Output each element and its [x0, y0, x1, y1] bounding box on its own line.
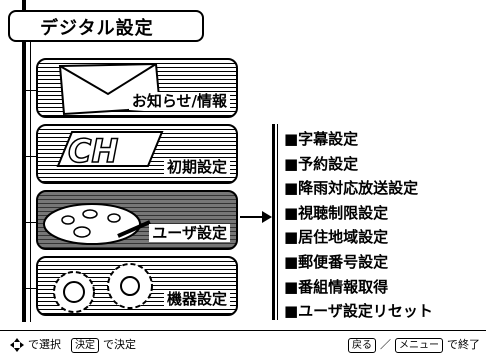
- menu-tile-user-settings[interactable]: ユーザ設定: [36, 190, 238, 250]
- enter-hint: で決定: [103, 338, 136, 351]
- page-title: デジタル設定: [40, 18, 154, 39]
- submenu-bracket: [272, 124, 275, 320]
- svg-text:CH: CH: [68, 132, 118, 170]
- submenu-item-program-info[interactable]: ■番組情報取得: [284, 275, 433, 300]
- tile-label: 初期設定: [163, 158, 230, 176]
- submenu-item-parental-control[interactable]: ■視聴制限設定: [284, 201, 433, 226]
- submenu-arrowhead: [262, 211, 272, 223]
- back-key: 戻る: [348, 337, 376, 353]
- submenu-item-rain-broadcast[interactable]: ■降雨対応放送設定: [284, 176, 433, 201]
- exit-hint: で終了: [447, 338, 480, 351]
- footer-divider: [0, 330, 486, 331]
- menu-tree-line: [22, 0, 26, 322]
- submenu-item-reservation[interactable]: ■予約設定: [284, 152, 433, 177]
- dpad-icon: [10, 338, 24, 352]
- menu-key: メニュー: [395, 337, 443, 353]
- submenu-item-user-reset[interactable]: ■ユーザ設定リセット: [284, 299, 433, 324]
- key-separator: ／: [380, 338, 391, 351]
- submenu-list: ■字幕設定 ■予約設定 ■降雨対応放送設定 ■視聴制限設定 ■居住地域設定 ■郵…: [284, 127, 433, 324]
- menu-tile-device-settings[interactable]: 機器設定: [36, 256, 238, 316]
- footer-help: で選択 決定 で決定 戻る ／ メニュー で終了: [10, 336, 480, 354]
- enter-key: 決定: [71, 337, 99, 353]
- menu-tree-line-thin: [30, 30, 31, 322]
- submenu-bracket-thin: [277, 124, 278, 320]
- submenu-item-region[interactable]: ■居住地域設定: [284, 225, 433, 250]
- tile-label: ユーザ設定: [149, 224, 230, 242]
- tile-label: お知らせ/情報: [128, 92, 230, 110]
- submenu-item-caption[interactable]: ■字幕設定: [284, 127, 433, 152]
- select-hint: で選択: [28, 338, 61, 351]
- tile-label: 機器設定: [163, 290, 230, 308]
- menu-tile-notices[interactable]: お知らせ/情報: [36, 58, 238, 118]
- menu-tile-initial-settings[interactable]: CH 初期設定: [36, 124, 238, 184]
- submenu-item-postal-code[interactable]: ■郵便番号設定: [284, 250, 433, 275]
